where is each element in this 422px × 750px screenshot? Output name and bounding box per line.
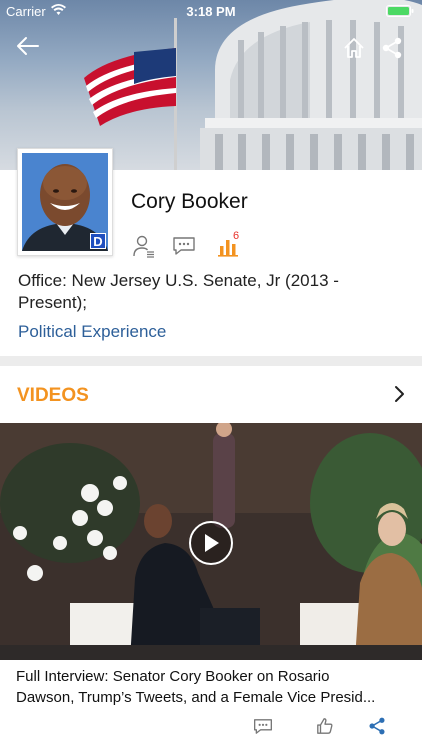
videos-title: VIDEOS xyxy=(17,385,89,406)
share-icon xyxy=(382,37,402,59)
play-button[interactable] xyxy=(189,521,233,565)
video-actions xyxy=(0,714,422,738)
political-experience-link[interactable]: Political Experience xyxy=(18,322,166,342)
chevron-right-icon xyxy=(395,386,404,402)
capitol-background-image xyxy=(84,0,422,170)
office-info: Office: New Jersey U.S. Senate, Jr (2013… xyxy=(18,270,398,314)
video-title-line-2: Dawson, Trump’s Tweets, and a Female Vic… xyxy=(16,689,376,706)
person-list-icon xyxy=(133,235,154,258)
arrow-left-icon xyxy=(17,37,39,55)
share-icon xyxy=(369,717,385,735)
status-bar: Carrier 3:18 PM xyxy=(0,0,422,22)
header-banner: Carrier 3:18 PM xyxy=(0,0,422,170)
video-comment-button[interactable] xyxy=(251,714,275,738)
video-share-button[interactable] xyxy=(365,714,389,738)
video-thumbnail[interactable] xyxy=(0,423,422,660)
section-divider xyxy=(0,356,422,366)
contact-info-button[interactable] xyxy=(130,232,158,260)
office-line-1: Office: New Jersey U.S. Senate, Jr (2013… xyxy=(18,271,339,290)
poll-button[interactable]: 6 xyxy=(214,230,242,260)
home-icon xyxy=(344,38,364,58)
comment-icon xyxy=(173,237,195,255)
poll-count-badge: 6 xyxy=(233,230,240,242)
official-name: Cory Booker xyxy=(131,190,248,213)
party-badge: D xyxy=(90,233,106,249)
office-line-2: Present); xyxy=(18,293,87,312)
videos-section-header[interactable]: VIDEOS xyxy=(0,366,422,422)
profile-photo: D xyxy=(22,153,108,251)
comment-icon xyxy=(254,718,272,734)
status-time: 3:18 PM xyxy=(186,4,236,19)
video-title-line-1: Full Interview: Senator Cory Booker on R… xyxy=(16,668,330,685)
profile-photo-frame: D xyxy=(17,148,113,256)
home-button[interactable] xyxy=(336,30,372,66)
video-like-button[interactable] xyxy=(313,714,337,738)
back-button[interactable] xyxy=(10,28,46,64)
share-button[interactable] xyxy=(374,30,410,66)
play-icon xyxy=(205,534,219,552)
comment-button[interactable] xyxy=(170,232,198,260)
battery-icon xyxy=(386,5,414,17)
thumbs-up-icon xyxy=(317,718,333,734)
video-title[interactable]: Full Interview: Senator Cory Booker on R… xyxy=(16,666,412,708)
